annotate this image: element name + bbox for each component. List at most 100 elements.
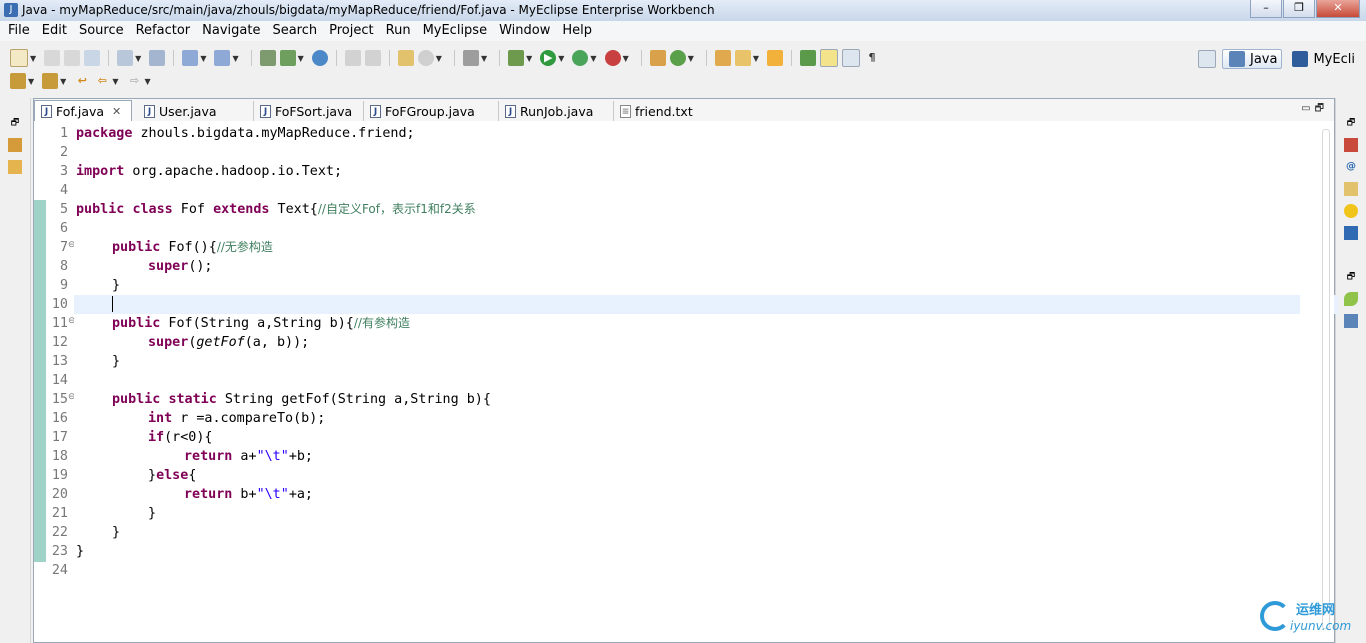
declaration-icon[interactable] (1344, 182, 1358, 196)
dropdown-icon[interactable]: ▼ (753, 54, 759, 63)
close-button[interactable]: ✕ (1316, 0, 1360, 18)
dropdown-icon[interactable]: ▼ (298, 54, 304, 63)
code-text-area[interactable]: package zhouls.bigdata.myMapReduce.frien… (74, 121, 1338, 642)
maximize-button[interactable]: ❐ (1283, 0, 1315, 18)
restore-icon[interactable]: 🗗 (1344, 270, 1358, 284)
run-server-icon[interactable] (182, 50, 199, 66)
console-icon[interactable] (1344, 226, 1358, 240)
search-icon[interactable] (734, 50, 751, 66)
coverage-icon[interactable] (572, 50, 589, 66)
menu-navigate[interactable]: Navigate (196, 21, 266, 41)
servers-icon[interactable] (1344, 204, 1358, 218)
dropdown-icon[interactable]: ▼ (232, 54, 238, 63)
dropdown-icon[interactable]: ▼ (436, 54, 442, 63)
menu-refactor[interactable]: Refactor (130, 21, 197, 41)
dropdown-icon[interactable]: ▼ (526, 54, 532, 63)
dropdown-icon[interactable]: ▼ (135, 54, 141, 63)
line-number: 4 (59, 183, 68, 198)
watermark-logo-icon (1260, 601, 1290, 631)
task-list-icon[interactable] (1344, 314, 1358, 328)
menu-myeclipse[interactable]: MyEclipse (417, 21, 494, 41)
menu-file[interactable]: File (2, 21, 36, 41)
open-task-icon[interactable] (767, 50, 784, 66)
build-icon[interactable] (397, 50, 414, 66)
restore-icon[interactable]: 🗗 (8, 116, 22, 130)
show-whitespace-icon[interactable]: ¶ (864, 50, 880, 66)
new-icon[interactable] (10, 49, 28, 67)
tab-runjob-java[interactable]: J RunJob.java (499, 101, 614, 121)
vertical-scrollbar[interactable] (1322, 129, 1330, 629)
dropdown-icon[interactable]: ▼ (623, 54, 629, 63)
dropdown-icon[interactable]: ▼ (112, 77, 118, 86)
outline-icon[interactable] (1344, 292, 1358, 306)
back-icon[interactable]: ⇦ (94, 73, 110, 89)
new-java-class-icon[interactable] (669, 50, 686, 66)
save-icon[interactable] (44, 50, 61, 66)
line-number: 19 (51, 468, 68, 483)
javadoc-icon[interactable]: @ (1344, 160, 1358, 174)
next-annotation-icon[interactable] (10, 73, 26, 89)
dropdown-icon[interactable]: ▼ (558, 54, 564, 63)
code-text: +a; (288, 487, 313, 502)
perspective-switcher: Java MyEcli (1196, 44, 1366, 74)
change-bar (34, 200, 46, 562)
print-icon[interactable] (84, 50, 101, 66)
debug-icon[interactable] (508, 50, 525, 66)
line-number: 16 (51, 411, 68, 426)
forward-icon[interactable]: ⇨ (126, 73, 142, 89)
menu-edit[interactable]: Edit (36, 21, 73, 41)
toolbar-separator (453, 50, 455, 66)
menu-search[interactable]: Search (266, 21, 323, 41)
highlight-icon[interactable] (820, 49, 839, 67)
debug-server-icon[interactable] (214, 50, 231, 66)
menu-window[interactable]: Window (493, 21, 556, 41)
open-folder-icon[interactable] (714, 50, 731, 66)
run-icon[interactable]: ▶ (540, 50, 557, 66)
previous-annotation-icon[interactable] (42, 73, 59, 89)
tab-user-java[interactable]: J User.java (138, 101, 254, 121)
dropdown-icon[interactable]: ▼ (200, 54, 206, 63)
open-type-icon[interactable] (344, 50, 361, 66)
tab-fof-java[interactable]: J Fof.java ✕ (34, 100, 132, 122)
new-dropdown-icon[interactable]: ▼ (30, 54, 36, 63)
problems-icon[interactable] (1344, 138, 1358, 152)
globe-icon[interactable] (311, 50, 328, 66)
dropdown-icon[interactable]: ▼ (688, 54, 694, 63)
myeclipse-perspective-button[interactable]: MyEcli (1286, 49, 1359, 69)
last-edit-location-icon[interactable]: ↩ (74, 73, 90, 89)
new-web-project-icon[interactable] (117, 50, 134, 66)
dropdown-icon[interactable]: ▼ (144, 77, 150, 86)
menu-run[interactable]: Run (380, 21, 417, 41)
tab-friend-txt[interactable]: ≡ friend.txt (614, 101, 719, 121)
open-perspective-icon[interactable] (1198, 50, 1216, 68)
new-class-icon[interactable] (259, 50, 276, 66)
hierarchy-icon[interactable] (8, 160, 22, 174)
deploy-icon[interactable] (149, 50, 166, 66)
dropdown-icon[interactable]: ▼ (481, 54, 487, 63)
open-resource-icon[interactable] (364, 50, 381, 66)
tab-fofgroup-java[interactable]: J FoFGroup.java (364, 101, 499, 121)
menu-help[interactable]: Help (556, 21, 598, 41)
menu-source[interactable]: Source (73, 21, 130, 41)
restore-icon[interactable]: 🗗 (1344, 116, 1358, 130)
java-perspective-button[interactable]: Java (1222, 49, 1283, 69)
save-all-icon[interactable] (64, 50, 81, 66)
dropdown-icon[interactable]: ▼ (590, 54, 596, 63)
dropdown-icon[interactable]: ▼ (28, 77, 34, 86)
minimize-maximize-icon[interactable]: ▭🗗 (1301, 101, 1328, 118)
new-java-project-icon[interactable] (649, 50, 666, 66)
new-package-icon[interactable] (279, 50, 296, 66)
external-tools-icon[interactable] (604, 50, 621, 66)
package-explorer-icon[interactable] (8, 138, 22, 152)
dropdown-icon[interactable]: ▼ (60, 77, 66, 86)
menu-project[interactable]: Project (323, 21, 379, 41)
tab-fofsort-java[interactable]: J FoFSort.java (254, 101, 364, 121)
code-line-16: int r =a.compareTo(b); (148, 409, 325, 428)
block-selection-icon[interactable] (842, 49, 861, 67)
camera-icon[interactable] (462, 50, 479, 66)
toggle-mark-occurrences-icon[interactable] (800, 50, 817, 66)
main-toolbar: ▼ ▼ ▼ ▼ ▼ ▼ ▼ ▼ ▶ ▼ ▼ ▼ ▼ ▼ ¶ (0, 46, 1200, 70)
minimize-button[interactable]: – (1250, 0, 1282, 18)
close-tab-icon[interactable]: ✕ (112, 105, 121, 118)
refresh-icon[interactable] (417, 50, 434, 66)
